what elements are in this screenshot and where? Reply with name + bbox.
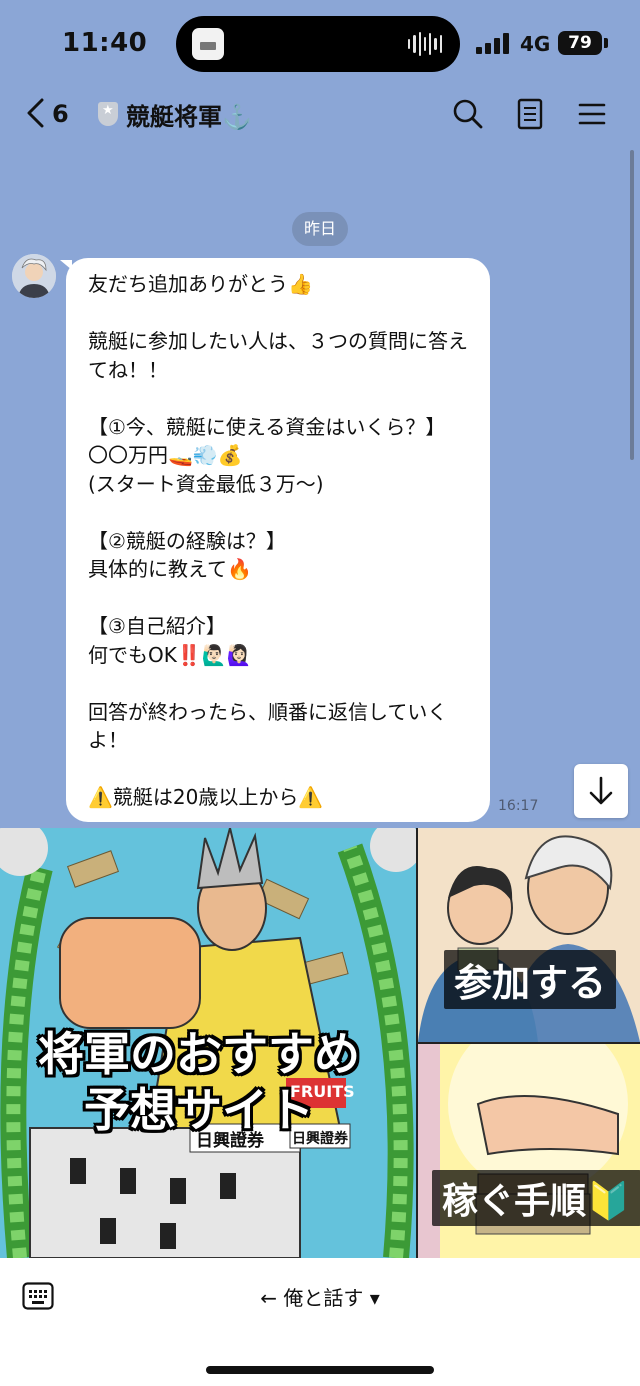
bottom-bar: ← 俺と話す ▾ (0, 1258, 640, 1386)
chat-header: 6 競艇将軍⚓️ (0, 88, 640, 144)
earn-steps-label: 稼ぐ手順🔰 (432, 1170, 640, 1226)
search-icon[interactable] (450, 96, 486, 132)
app-activity-icon (192, 28, 224, 60)
scrollbar[interactable] (630, 150, 634, 460)
nikko-sign: 日興證券 (196, 1131, 264, 1151)
battery-cap (604, 38, 608, 48)
date-separator: 昨日 (292, 212, 348, 246)
back-chevron-icon[interactable] (24, 96, 46, 138)
dynamic-island[interactable] (176, 16, 460, 72)
scroll-to-bottom-button[interactable] (574, 764, 628, 818)
avatar[interactable] (12, 254, 56, 298)
nikko-sign-2: 日興證券 (292, 1131, 348, 1147)
fruits-sign: FRUITS (290, 1082, 355, 1101)
arrow-down-icon (589, 776, 613, 805)
status-bar: 11:40 4G 79 (0, 0, 640, 88)
shield-icon (98, 102, 118, 126)
message-text: 友だち追加ありがとう👍 競艇に参加したい人は、３つの質問に答えてね！！ 【①今、… (88, 272, 468, 809)
status-time: 11:40 (62, 28, 148, 58)
signal-icon (476, 32, 512, 54)
notes-icon[interactable] (512, 96, 548, 132)
menu-icon[interactable] (574, 96, 610, 132)
join-label: 参加する (444, 950, 617, 1009)
audio-wave-icon (408, 31, 442, 57)
rich-menu-join[interactable] (418, 828, 640, 1042)
rich-menu-toggle[interactable]: ← 俺と話す ▾ (0, 1282, 640, 1311)
home-indicator[interactable] (206, 1366, 434, 1374)
join-illustration (418, 835, 640, 1042)
rich-menu-recommended-sites[interactable]: 将軍のおすすめ 予想サイト 日興證券 日興證券 FRUITS (0, 828, 416, 1258)
chat-title[interactable]: 競艇将軍⚓️ (126, 97, 252, 132)
battery-icon: 79 (558, 31, 602, 55)
network-type: 4G (520, 32, 551, 56)
message-time: 16:17 (498, 798, 539, 814)
unread-count[interactable]: 6 (52, 100, 69, 128)
